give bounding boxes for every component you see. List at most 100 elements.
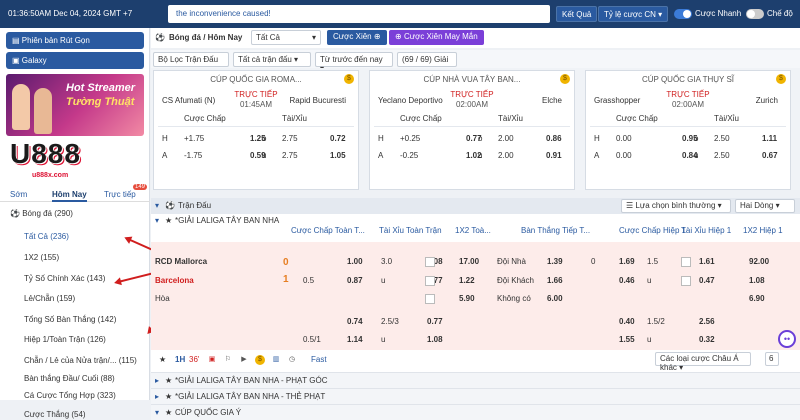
ticker-text: the inconvenience caused! [176, 9, 271, 18]
market-item[interactable]: Cược Thắng (54) [24, 410, 86, 419]
star-icon[interactable]: ★ [159, 355, 166, 364]
odds-cell[interactable]: 0.87 [347, 276, 363, 285]
market-item[interactable]: Tỷ Số Chính Xác (143) [24, 274, 105, 283]
odds-cell[interactable]: 1.69 [619, 257, 635, 266]
market-item[interactable]: Bàn thắng Đầu/ Cuối (88) [24, 374, 115, 383]
odds-cell[interactable]: 1.22 [459, 276, 475, 285]
odds-cell[interactable]: 92.00 [749, 257, 769, 266]
odds-cell[interactable]: 5.90 [459, 294, 475, 303]
market-item[interactable]: Lẻ/Chẵn (159) [24, 294, 75, 303]
tab-early[interactable]: Sớm [10, 190, 27, 199]
lucky-parlay-button[interactable]: ⊕ Cược Xiên May Mắn [389, 30, 484, 45]
odds-cell[interactable]: 2.56 [699, 317, 715, 326]
odds-cell[interactable]: 1.11 [762, 134, 777, 143]
live-cards: CÚP QUỐC GIA ROMA... $ CS Afumati (N) Rapid… [151, 68, 800, 190]
league-row[interactable]: ▾ ★ *GIẢI LALIGA TÂY BAN NHA [151, 214, 800, 225]
market-item[interactable]: Hiệp 1/Toàn Trận (126) [24, 335, 106, 344]
tab-today[interactable]: Hôm Nay [52, 190, 87, 202]
tab-live[interactable]: Trực tiếp [104, 190, 136, 199]
lineup-icon[interactable]: ⚐ [223, 355, 233, 365]
odds-cell[interactable]: 6.90 [749, 294, 765, 303]
expand-icon[interactable]: ▾ [155, 408, 159, 417]
chat-support-icon[interactable]: •• [778, 330, 796, 348]
order-select[interactable]: Từ trước đến nay ▾ [315, 52, 393, 73]
all-matches-select[interactable]: Tất cả trận đấu ▾ [233, 52, 311, 67]
odds-cell[interactable]: 0.46 [619, 276, 635, 285]
odds-cell[interactable]: 1.08 [427, 335, 443, 344]
galaxy-button[interactable]: ▣ Galaxy [6, 52, 144, 69]
market-item[interactable]: 1X2 (155) [24, 253, 59, 262]
odds-cell[interactable]: 1.55 [619, 335, 635, 344]
odds-cell[interactable]: 1.00 [347, 257, 363, 266]
collapse-icon[interactable]: ▾ [155, 201, 159, 210]
coin-icon[interactable]: $ [560, 74, 570, 84]
live-tv-icon[interactable]: ▶ [239, 355, 249, 365]
mode-toggle[interactable] [746, 9, 764, 19]
star-icon[interactable]: ★ [165, 216, 172, 225]
odds-cell[interactable]: 0.32 [699, 335, 715, 344]
results-button[interactable]: Kết Quả [556, 6, 598, 22]
live-match-card[interactable]: CÚP NHÀ VUA TÂY BAN... $ Yeclano Deportivo… [369, 70, 575, 190]
odds-cell: H [162, 134, 168, 143]
odds-cell: 2.50 [714, 151, 730, 160]
market-item[interactable]: Cá Cược Tổng Hợp (323) [24, 391, 116, 400]
odds-cell[interactable]: 1.05 [330, 151, 346, 160]
odds-cell[interactable]: 1.39 [547, 257, 563, 266]
bet-checkbox[interactable] [681, 257, 691, 267]
bet-checkbox[interactable] [425, 257, 435, 267]
odds-cell[interactable]: 0.72 [330, 134, 346, 143]
bet-checkbox[interactable] [681, 276, 691, 286]
chart-icon[interactable]: ▥ [271, 355, 281, 365]
sidebar-sport-football[interactable]: ⚽ Bóng đá (290) [10, 209, 73, 218]
sort-select[interactable]: ☰ Lựa chọn bình thường ▾ [621, 199, 731, 213]
star-icon[interactable]: ★ [165, 376, 172, 385]
sport-filter-select[interactable]: Tất Cả ▾ [251, 30, 321, 45]
coin-icon[interactable]: $ [344, 74, 354, 84]
bet-checkbox[interactable] [425, 294, 435, 304]
quick-bet-toggle[interactable] [674, 9, 692, 19]
league-row[interactable] [151, 404, 800, 420]
odds-cell[interactable]: 0.91 [546, 151, 562, 160]
odds-cell[interactable]: 1.08 [749, 276, 765, 285]
page-indicator[interactable]: 6 [765, 352, 779, 366]
odds-type-select[interactable]: Tỷ lệ cược CN ▾ [598, 6, 669, 22]
odds-cell[interactable]: 0.67 [762, 151, 778, 160]
odds-label: u [647, 335, 652, 344]
more-markets-select[interactable]: Các loại cược Châu Á khác ▾ [655, 352, 751, 372]
streamer-banner[interactable]: Hot Streamer Tường Thuật [6, 74, 144, 136]
matches-bar: ▾ ⚽ Trận Đấu ☰ Lựa chọn bình thường ▾ Ha… [151, 198, 800, 214]
odds-view-select[interactable]: Hai Dòng ▾ [735, 199, 795, 213]
market-item[interactable]: Chẵn / Lẻ của Nửa trận/... (115) [24, 356, 137, 365]
timer-icon[interactable]: ◷ [287, 355, 297, 365]
live-match-card[interactable]: CÚP QUỐC GIA ROMA... $ CS Afumati (N) Rapid… [153, 70, 359, 190]
coin-icon[interactable]: $ [255, 355, 265, 365]
live-match-card[interactable]: CÚP QUỐC GIA THỤY SĨ $ Grasshopper Zurich TR… [585, 70, 791, 190]
coin-icon[interactable]: $ [776, 74, 786, 84]
fast-bet-link[interactable]: Fast [311, 355, 327, 364]
odds-cell[interactable]: 1.14 [347, 335, 363, 344]
bet-checkbox[interactable] [425, 276, 435, 286]
odds-cell[interactable]: 0.47 [699, 276, 715, 285]
match-filter-select[interactable]: Bộ Lọc Trận Đấu [153, 52, 229, 67]
stats-icon[interactable]: ▣ [207, 355, 217, 365]
star-icon[interactable]: ★ [165, 408, 172, 417]
parlay-button[interactable]: Cược Xiên ⊕ [327, 30, 387, 45]
odds-cell[interactable]: 0.86 [546, 134, 562, 143]
odds-cell[interactable]: 0.77 [427, 317, 443, 326]
odds-cell[interactable]: 0.40 [619, 317, 635, 326]
odds-cell[interactable]: 0.74 [347, 317, 363, 326]
sport-label: Bóng đá [22, 209, 53, 218]
market-item[interactable]: Tất Cả (236) [24, 232, 69, 241]
compact-version-button[interactable]: ▤ Phiên bản Rút Gọn [6, 32, 144, 49]
market-item[interactable]: Tổng Số Bàn Thắng (142) [24, 315, 116, 324]
collapse-icon[interactable]: ▾ [155, 216, 159, 225]
odds-cell[interactable]: 1.61 [699, 257, 715, 266]
odds-cell[interactable]: 1.66 [547, 276, 563, 285]
odds-cell[interactable]: 6.00 [547, 294, 563, 303]
expand-icon[interactable]: ▸ [155, 376, 159, 385]
column-header: Bàn Thắng Tiếp T... [521, 226, 591, 235]
odds-cell[interactable]: 17.00 [459, 257, 479, 266]
card-league: CÚP QUỐC GIA THỤY SĨ [641, 75, 735, 84]
league-count-select[interactable]: (69 / 69) Giải [397, 52, 457, 67]
card-league: CÚP QUỐC GIA ROMA... [210, 75, 302, 84]
